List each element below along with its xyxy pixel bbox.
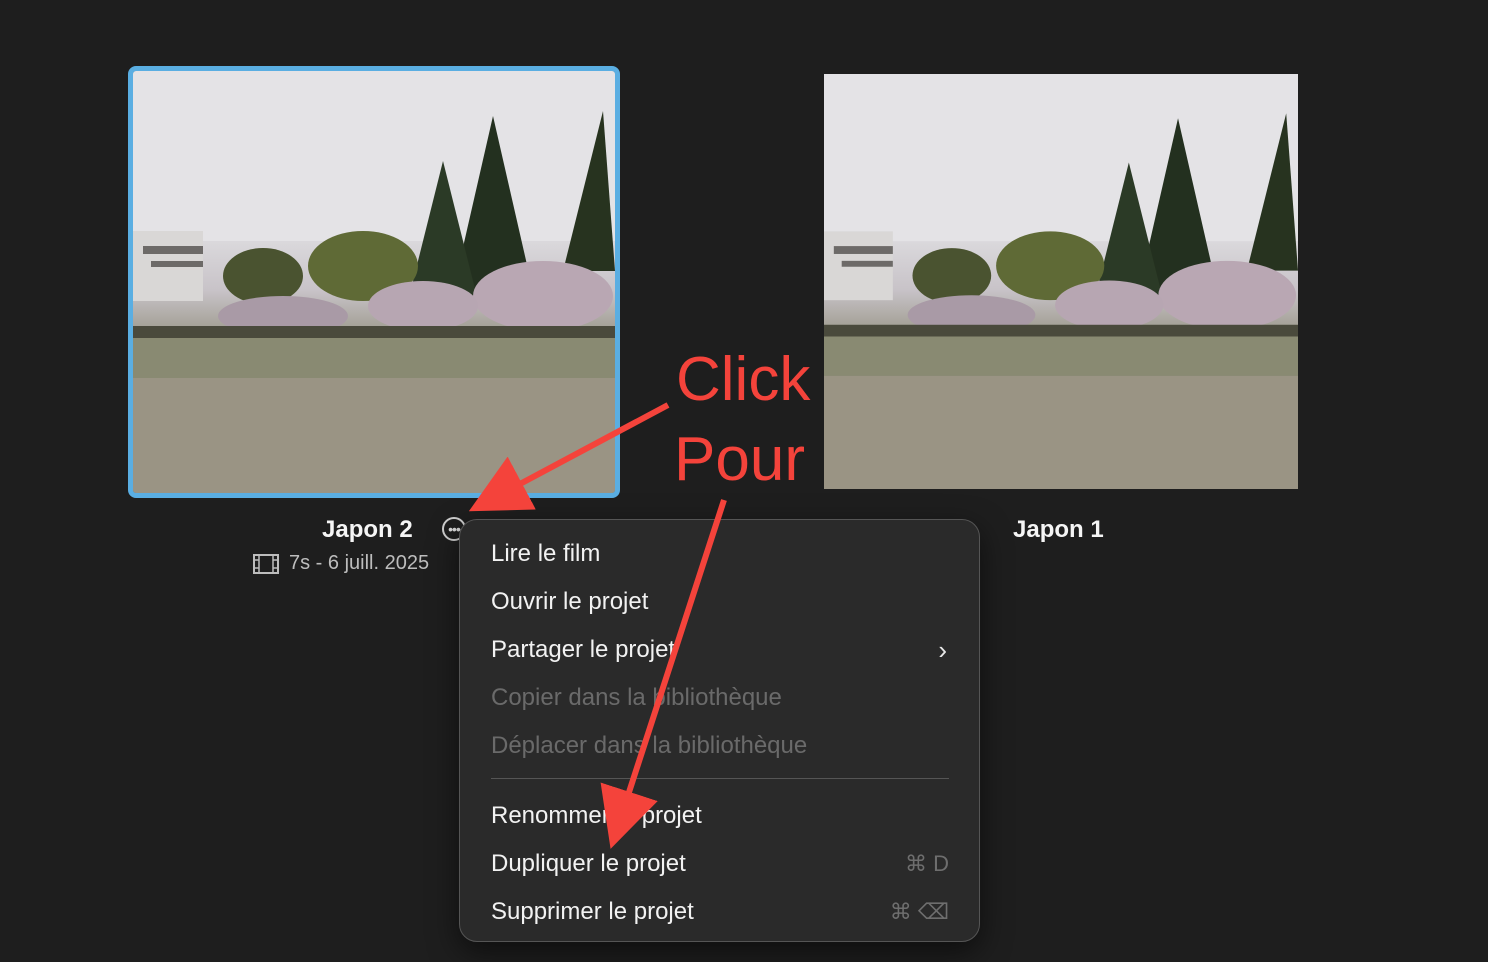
annotation-text-pour: Pour <box>674 425 805 494</box>
project-title: Japon 2 <box>322 516 413 543</box>
film-strip-icon <box>253 553 279 574</box>
project-meta: 7s - 6 juill. 2025 <box>253 552 429 575</box>
menu-item-label: Ouvrir le projet <box>491 588 649 615</box>
chevron-right-icon: › <box>938 634 947 665</box>
menu-item-label: Renommer le projet <box>491 802 702 829</box>
project-duration-date: 7s - 6 juill. 2025 <box>289 552 430 574</box>
project-context-menu: Lire le film Ouvrir le projet Partager l… <box>459 519 980 942</box>
menu-item-rename-project[interactable]: Renommer le projet <box>491 796 949 836</box>
menu-item-label: Partager le projet <box>491 636 676 663</box>
landscape-image <box>133 71 615 493</box>
shortcut-label: ⌘ ⌫ <box>889 899 949 924</box>
menu-separator <box>491 778 949 779</box>
shortcut-label: ⌘ D <box>905 851 949 876</box>
menu-item-move-to-library: Déplacer dans la bibliothèque <box>491 726 949 766</box>
menu-item-label: Lire le film <box>491 540 601 567</box>
project-title: Japon 1 <box>1013 516 1104 543</box>
menu-item-label: Dupliquer le projet <box>491 850 686 877</box>
menu-item-open-project[interactable]: Ouvrir le projet <box>491 582 949 622</box>
menu-item-label: Copier dans la bibliothèque <box>491 684 782 711</box>
menu-item-copy-to-library: Copier dans la bibliothèque <box>491 678 949 718</box>
menu-item-label: Supprimer le projet <box>491 898 694 925</box>
menu-item-share-project[interactable]: Partager le projet › <box>491 630 949 670</box>
menu-item-label: Déplacer dans la bibliothèque <box>491 732 808 759</box>
menu-item-play-movie[interactable]: Lire le film <box>491 534 949 574</box>
annotation-text-click: Click <box>676 345 811 414</box>
project-thumbnail[interactable] <box>128 66 620 498</box>
menu-item-delete-project[interactable]: Supprimer le projet ⌘ ⌫ <box>491 892 949 932</box>
project-thumbnail[interactable] <box>824 74 1298 489</box>
landscape-image <box>824 74 1298 489</box>
menu-item-duplicate-project[interactable]: Dupliquer le projet ⌘ D <box>491 844 949 884</box>
